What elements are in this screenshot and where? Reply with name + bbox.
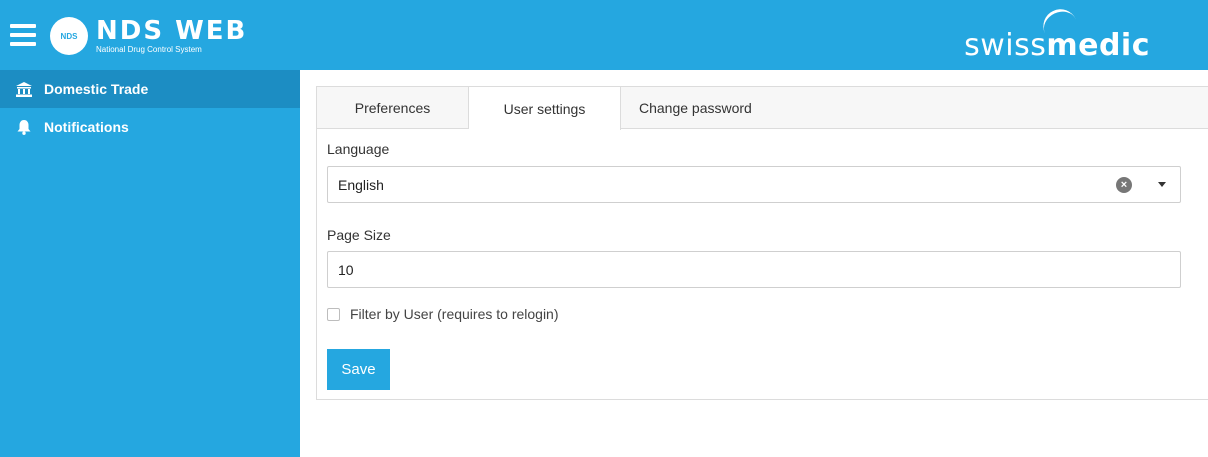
- tab-change-password[interactable]: Change password: [621, 87, 752, 129]
- page-size-label: Page Size: [327, 227, 391, 243]
- bank-icon: [14, 81, 34, 97]
- app-title: NDS WEB: [96, 15, 248, 46]
- swissmedic-logo: swissmedic: [964, 3, 1150, 63]
- sidebar: Domestic Trade Notifications: [0, 70, 300, 457]
- settings-panel: Preferences User settings Change passwor…: [316, 86, 1208, 400]
- sidebar-item-label: Domestic Trade: [44, 81, 149, 97]
- bell-icon: [14, 119, 34, 135]
- tab-user-settings[interactable]: User settings: [469, 87, 621, 130]
- brand-text-bold: medic: [1046, 28, 1150, 63]
- logo-badge-text: NDS: [60, 31, 78, 41]
- chevron-down-icon[interactable]: [1158, 182, 1166, 187]
- filter-by-user-label[interactable]: Filter by User (requires to relogin): [350, 306, 559, 322]
- sidebar-item-notifications[interactable]: Notifications: [0, 108, 300, 146]
- menu-icon[interactable]: [10, 24, 36, 46]
- top-bar: NDS NDS WEB National Drug Control System…: [0, 0, 1208, 70]
- save-button[interactable]: Save: [327, 349, 390, 390]
- tab-preferences[interactable]: Preferences: [317, 87, 469, 129]
- app-logo[interactable]: NDS NDS WEB National Drug Control System: [50, 16, 247, 56]
- page-size-input[interactable]: 10: [327, 251, 1181, 288]
- nds-logo-icon: NDS: [50, 17, 88, 55]
- page-size-value: 10: [338, 261, 354, 278]
- brand-text-light: swiss: [964, 28, 1047, 63]
- tab-bar: Preferences User settings Change passwor…: [317, 87, 1208, 130]
- sidebar-item-label: Notifications: [44, 119, 129, 135]
- filter-by-user-row: Filter by User (requires to relogin): [327, 306, 559, 322]
- clear-icon[interactable]: ×: [1116, 177, 1132, 193]
- language-value: English: [338, 176, 384, 193]
- filter-by-user-checkbox[interactable]: [327, 307, 340, 321]
- app-subtitle: National Drug Control System: [96, 44, 202, 54]
- sidebar-item-domestic-trade[interactable]: Domestic Trade: [0, 70, 300, 108]
- language-label: Language: [327, 141, 390, 157]
- language-select[interactable]: English ×: [327, 166, 1181, 203]
